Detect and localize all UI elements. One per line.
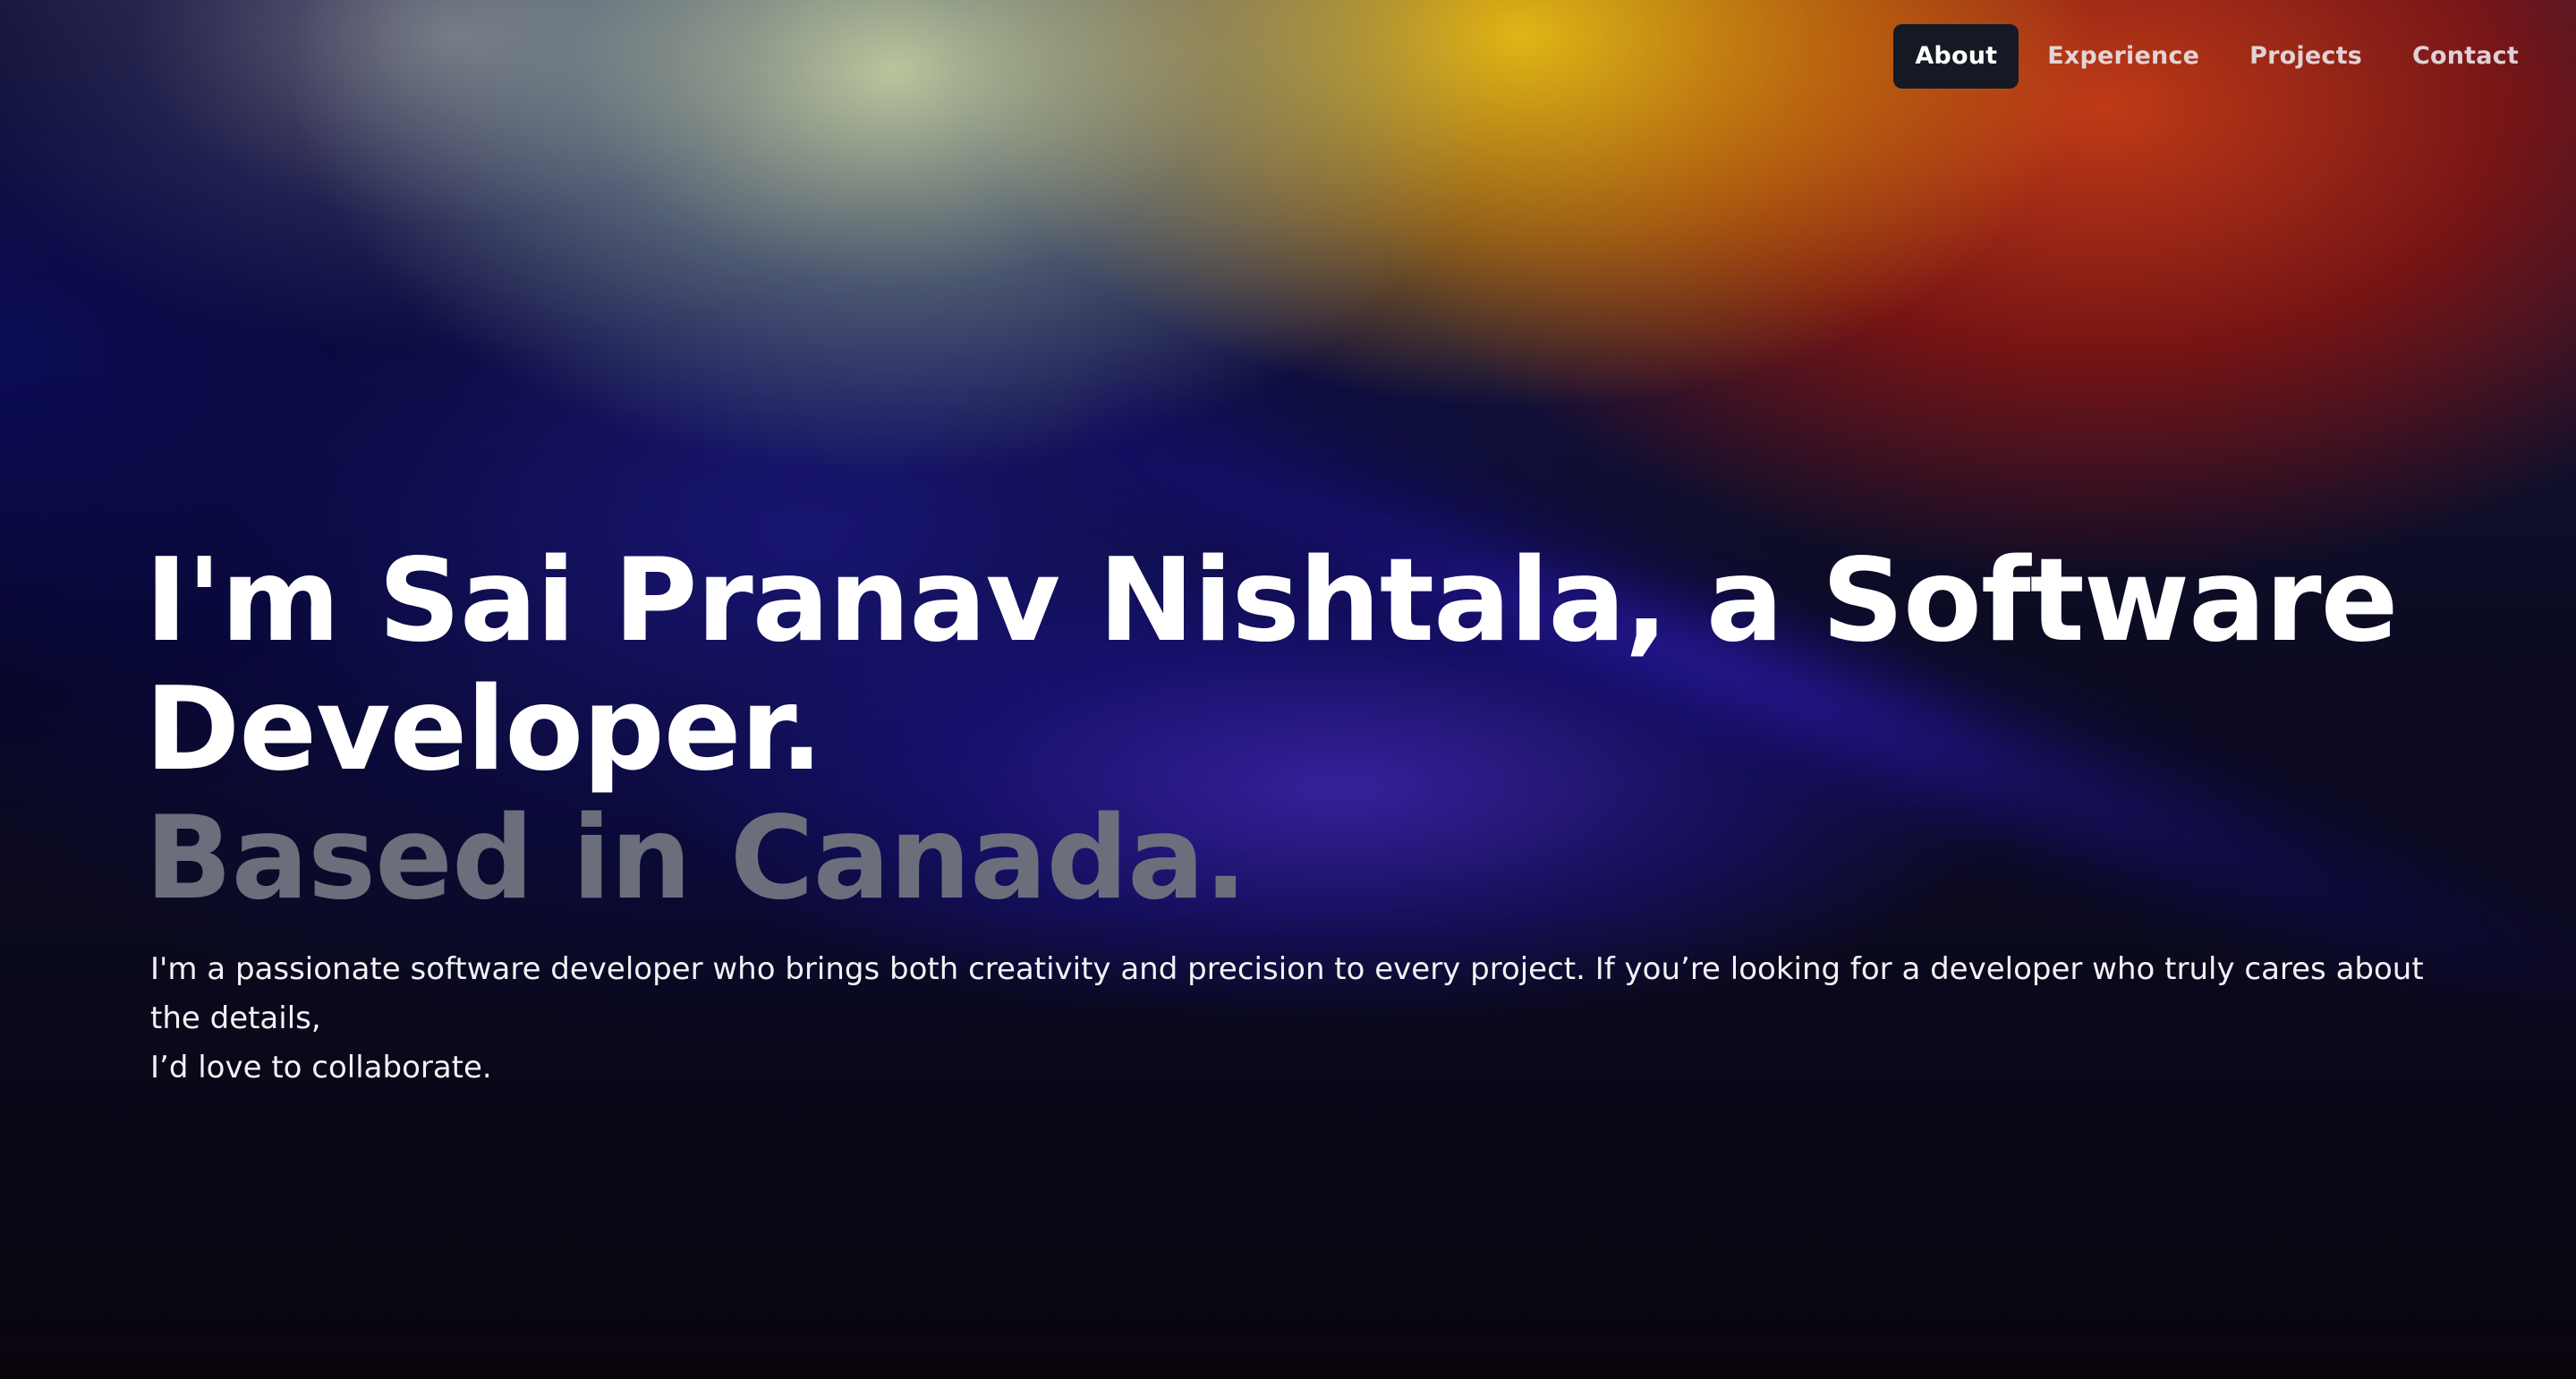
nav-contact[interactable]: Contact [2391, 24, 2540, 89]
top-navigation: About Experience Projects Contact [1893, 24, 2540, 89]
hero-intro: I'm a passionate software developer who … [150, 945, 2441, 1093]
headline-line-name: I'm Sai Pranav Nishtala, a Software [145, 534, 2398, 668]
hero-headline: I'm Sai Pranav Nishtala, a Software Deve… [145, 537, 2471, 924]
nav-about[interactable]: About [1893, 24, 2019, 89]
intro-line-1: I'm a passionate software developer who … [150, 951, 2424, 1036]
nav-projects[interactable]: Projects [2228, 24, 2384, 89]
headline-line-role: Developer. [145, 663, 823, 796]
hero-section: I'm Sai Pranav Nishtala, a Software Deve… [145, 537, 2471, 1093]
headline-line-location: Based in Canada. [145, 792, 1247, 925]
nav-experience[interactable]: Experience [2026, 24, 2221, 89]
intro-line-2: I’d love to collaborate. [150, 1050, 492, 1085]
